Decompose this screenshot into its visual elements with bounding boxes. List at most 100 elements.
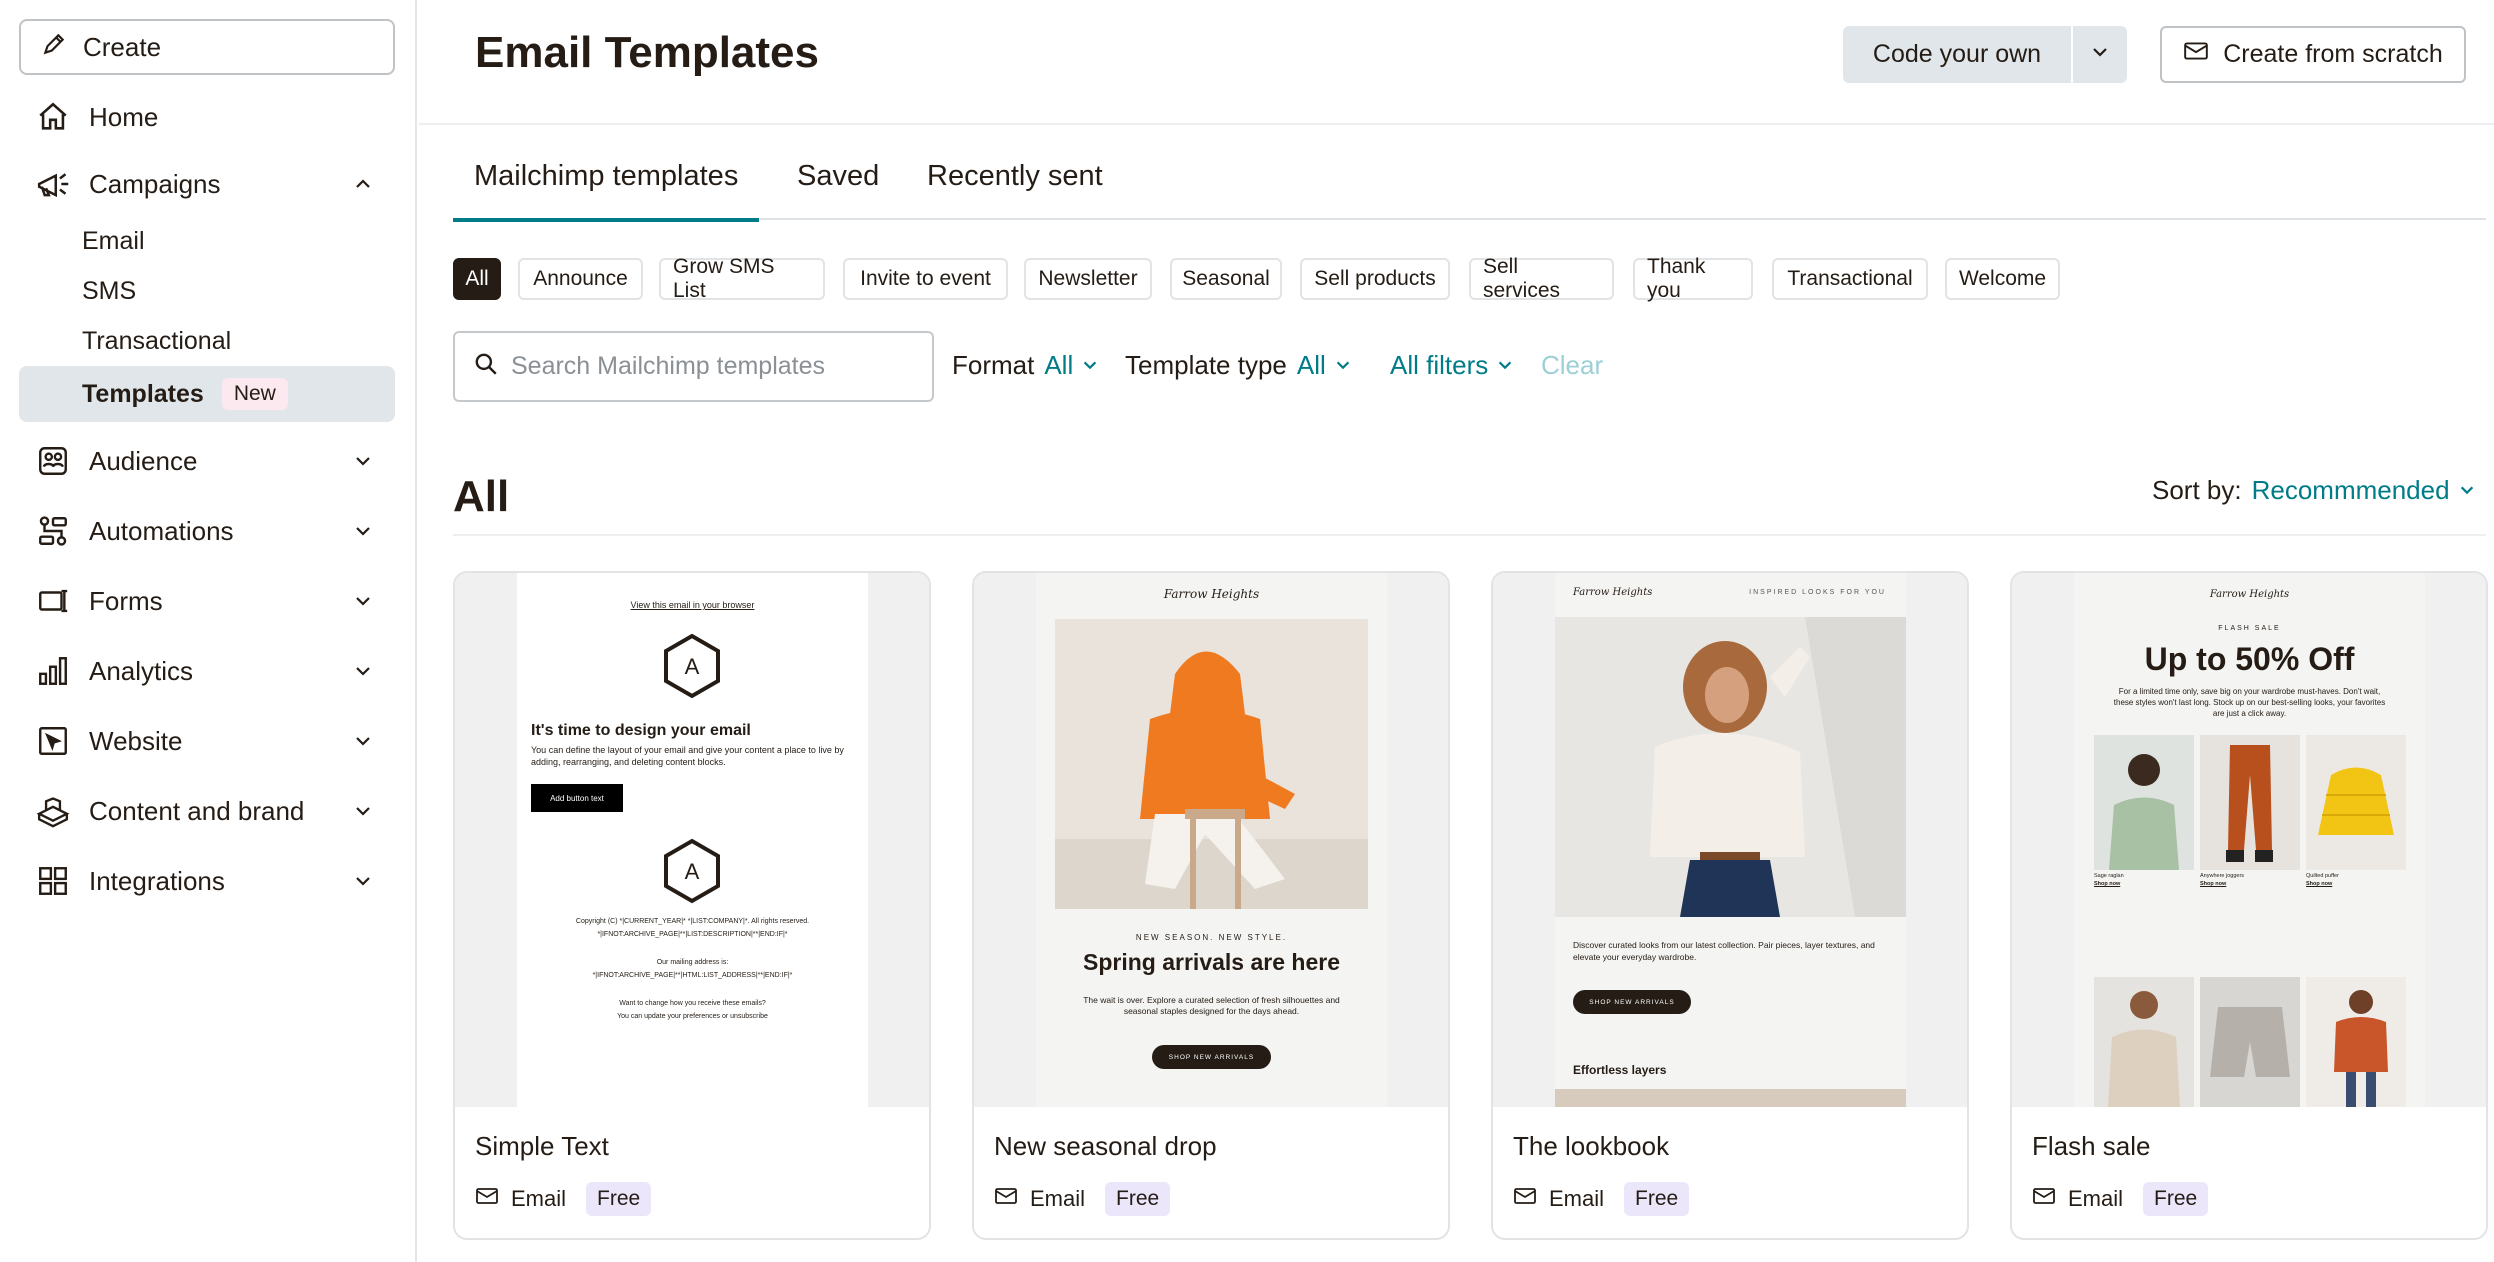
tab-mailchimp-templates[interactable]: Mailchimp templates xyxy=(452,160,760,222)
create-from-scratch-button[interactable]: Create from scratch xyxy=(2160,26,2466,83)
sidebar-item-label: Audience xyxy=(89,445,198,476)
sidebar-item-label: Integrations xyxy=(89,865,225,896)
product-name: Quilted puffer xyxy=(2306,873,2339,879)
product-photo-grey-shorts xyxy=(2200,977,2300,1107)
template-name: Simple Text xyxy=(475,1131,609,1161)
category-chip-invite-to-event[interactable]: Invite to event xyxy=(843,258,1008,300)
preview-button: SHOP NEW ARRIVALS xyxy=(1573,990,1691,1014)
chevron-down-icon xyxy=(1081,350,1099,381)
category-chip-sell-services[interactable]: Sell services xyxy=(1469,255,1614,302)
sidebar-subitem-transactional[interactable]: Transactional xyxy=(19,316,395,366)
product-photo-rust-shirt xyxy=(2306,977,2406,1107)
sidebar-subitem-templates[interactable]: Templates New xyxy=(19,366,395,422)
chevron-down-icon xyxy=(349,867,377,895)
template-type-filter[interactable]: Template type All xyxy=(1125,350,1352,381)
chevron-down-icon xyxy=(349,587,377,615)
template-card-simple-text[interactable]: View this email in your browser A It's t… xyxy=(453,571,931,1240)
category-chip-transactional[interactable]: Transactional xyxy=(1772,258,1928,300)
template-card-new-seasonal-drop[interactable]: Farrow Heights NEW SEASON. NEW STYLE. Sp… xyxy=(972,571,1450,1240)
integrations-icon xyxy=(33,861,73,901)
tab-recently-sent[interactable]: Recently sent xyxy=(927,160,1103,220)
category-chip-grow-sms-list[interactable]: Grow SMS List xyxy=(659,255,825,302)
template-preview: View this email in your browser A It's t… xyxy=(517,573,868,1107)
category-chip-announce[interactable]: Announce xyxy=(518,258,643,300)
home-icon xyxy=(33,97,73,137)
section-divider xyxy=(453,534,2486,536)
format-filter-value: All xyxy=(1044,350,1099,381)
sidebar-item-label: Analytics xyxy=(89,655,194,686)
code-your-own-split-button: Code your own xyxy=(1843,26,2127,83)
preview-heading: Spring arrivals are here xyxy=(1083,949,1340,975)
format-filter[interactable]: Format All xyxy=(952,350,1099,381)
all-filters-value: All filters xyxy=(1390,350,1514,381)
sidebar-item-forms[interactable]: Forms xyxy=(19,573,395,629)
code-your-own-button[interactable]: Code your own xyxy=(1843,26,2073,83)
tab-saved[interactable]: Saved xyxy=(797,160,879,220)
sidebar-item-content-and-brand[interactable]: Content and brand xyxy=(19,783,395,839)
search-input[interactable] xyxy=(511,352,911,381)
sidebar-subitem-email[interactable]: Email xyxy=(19,216,395,266)
fashion-photo-curly-hair-woman xyxy=(1555,617,1906,917)
product-photo-sage-raglan xyxy=(2094,735,2194,870)
create-button[interactable]: Create xyxy=(19,19,395,75)
sidebar-item-home[interactable]: Home xyxy=(19,89,395,145)
forms-icon xyxy=(33,581,73,621)
preview-button: SHOP NEW ARRIVALS xyxy=(1152,1045,1271,1069)
template-type: Email xyxy=(511,1186,567,1211)
preview-footer-description: *|IFNOT:ARCHIVE_PAGE|**|LIST:DESCRIPTION… xyxy=(597,931,788,938)
preview-body: You can define the layout of your email … xyxy=(531,745,844,767)
sidebar-subitem-label: SMS xyxy=(82,276,137,305)
template-preview: Farrow Heights INSPIRED LOOKS FOR YOU Di… xyxy=(1555,573,1906,1107)
search-field[interactable] xyxy=(453,331,934,402)
template-card-the-lookbook[interactable]: Farrow Heights INSPIRED LOOKS FOR YOU Di… xyxy=(1491,571,1969,1240)
preview-logo-letter: A xyxy=(685,654,700,679)
preview-footer-copyright: Copyright (C) *|CURRENT_YEAR|* *|LIST:CO… xyxy=(575,918,810,925)
chevron-up-icon xyxy=(349,170,377,198)
category-chip-seasonal[interactable]: Seasonal xyxy=(1170,258,1282,300)
audience-icon xyxy=(33,441,73,481)
preview-tagline: INSPIRED LOOKS FOR YOU xyxy=(1749,589,1886,596)
sidebar-item-website[interactable]: Website xyxy=(19,713,395,769)
envelope-icon xyxy=(2183,40,2209,69)
template-card-flash-sale[interactable]: Farrow Heights FLASH SALE Up to 50% Off … xyxy=(2010,571,2488,1240)
section-title: All xyxy=(453,472,510,521)
sidebar-item-analytics[interactable]: Analytics xyxy=(19,643,395,699)
all-filters-button[interactable]: All filters xyxy=(1390,350,1514,381)
template-name: The lookbook xyxy=(1513,1131,1670,1161)
sidebar-item-campaigns[interactable]: Campaigns xyxy=(19,156,395,212)
preview-browser-link: View this email in your browser xyxy=(630,600,755,610)
product-shop-link: Shop now xyxy=(2094,881,2121,887)
chevron-down-icon xyxy=(349,657,377,685)
sidebar-subitem-sms[interactable]: SMS xyxy=(19,266,395,316)
sidebar-subitem-label: Templates xyxy=(82,379,204,408)
sidebar-item-integrations[interactable]: Integrations xyxy=(19,853,395,909)
category-chip-newsletter[interactable]: Newsletter xyxy=(1024,258,1152,300)
template-type: Email xyxy=(2068,1186,2124,1211)
preview-brand-logo: Farrow Heights xyxy=(1573,587,1653,598)
sidebar-item-automations[interactable]: Automations xyxy=(19,503,395,559)
chevron-down-icon xyxy=(2458,475,2476,506)
preview-photo-strip xyxy=(1555,1089,1906,1107)
sidebar-item-audience[interactable]: Audience xyxy=(19,433,395,489)
template-meta: Email Free xyxy=(2032,1182,2209,1216)
code-your-own-dropdown[interactable] xyxy=(2073,26,2127,83)
template-type-filter-value: All xyxy=(1297,350,1352,381)
category-chip-welcome[interactable]: Welcome xyxy=(1945,258,2060,300)
product-photo-cream-sweater xyxy=(2094,977,2194,1107)
product-photo-anywhere-joggers xyxy=(2200,735,2300,870)
category-chip-all[interactable]: All xyxy=(453,258,501,300)
product-shop-link: Shop now xyxy=(2306,881,2333,887)
chevron-down-icon xyxy=(1496,350,1514,381)
template-tabs: Mailchimp templates Saved Recently sent xyxy=(452,150,2486,222)
sort-dropdown[interactable]: Recommmended xyxy=(2252,475,2476,506)
template-name: Flash sale xyxy=(2032,1131,2151,1161)
megaphone-icon xyxy=(33,164,73,204)
create-from-scratch-label: Create from scratch xyxy=(2223,40,2443,68)
price-badge: Free xyxy=(1624,1182,1690,1216)
clear-filters-link[interactable]: Clear xyxy=(1541,350,1603,381)
category-chip-sell-products[interactable]: Sell products xyxy=(1300,258,1450,300)
automations-icon xyxy=(33,511,73,551)
product-name: Anywhere joggers xyxy=(2200,873,2245,879)
category-chip-thank-you[interactable]: Thank you xyxy=(1633,255,1753,302)
preview-footer-address-label: Our mailing address is: xyxy=(656,959,729,966)
